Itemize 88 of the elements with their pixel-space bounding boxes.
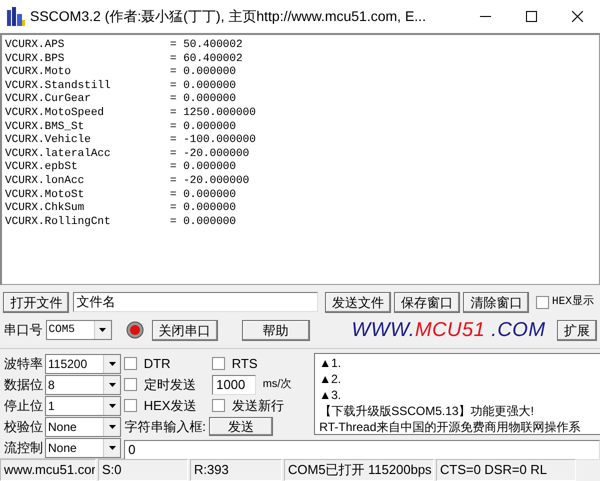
checkbox[interactable] <box>124 399 138 412</box>
variable-name: VCURX.ChkSum <box>5 202 86 216</box>
checkbox-label: HEX发送 <box>144 396 196 415</box>
checkbox[interactable] <box>212 399 226 412</box>
close-port-button[interactable]: 关闭串口 <box>152 320 218 340</box>
help-button[interactable]: 帮助 <box>242 320 310 340</box>
setting-label: 波特率 <box>4 354 43 373</box>
variable-value: = 0.000000 <box>170 120 236 134</box>
setting-label: 流控制 <box>4 438 43 457</box>
variable-value: = 0.000000 <box>170 188 236 202</box>
variable-name: VCURX.Moto <box>5 66 72 80</box>
checkbox-label: HEX显示 <box>552 294 594 310</box>
variable-name: VCURX.CurGear <box>5 93 92 107</box>
variable-name: VCURX.APS <box>5 39 66 53</box>
caret-icon <box>103 418 120 436</box>
variable-value: = 0.000000 <box>170 93 236 107</box>
expand-button[interactable]: 扩展 <box>556 320 597 340</box>
open-file-button[interactable]: 打开文件 <box>3 292 70 312</box>
setting-select[interactable]: 1 <box>45 396 121 416</box>
setting-select[interactable]: None <box>45 416 121 436</box>
window-title: SSCOM3.2 (作者:聂小猛(丁丁), 主页http://www.mcu51.com, E... <box>30 7 427 26</box>
variable-name: VCURX.lonAcc <box>5 174 86 189</box>
note-line: ▲1. <box>319 355 342 371</box>
caret-icon <box>103 354 120 372</box>
status-text: R:393 <box>190 459 282 481</box>
variable-name: VCURX.lateralAcc <box>5 148 112 161</box>
checkbox[interactable] <box>536 296 549 308</box>
setting-label: 停止位 <box>4 396 43 415</box>
checkbox[interactable] <box>124 357 138 370</box>
setting-select[interactable]: None <box>45 438 121 458</box>
variable-value: = 0.000000 <box>170 80 236 94</box>
port-label: 串口号 <box>3 321 42 340</box>
string-input-field[interactable]: 0 <box>124 440 600 460</box>
note-line: RT-Thread来自中国的开源免费商用物联网操作系 <box>319 419 582 434</box>
caret-icon <box>94 321 110 339</box>
file-name-field[interactable]: 文件名 <box>72 292 318 312</box>
variable-value: = 1250.000000 <box>170 106 256 121</box>
checkbox-label: DTR <box>144 354 170 373</box>
variable-value: = 0.000000 <box>170 66 236 80</box>
port-select[interactable]: COM5 <box>46 320 112 340</box>
variable-name: VCURX.MotoSt <box>5 188 86 202</box>
variable-name: VCURX.Standstill <box>5 80 112 94</box>
variable-value: = 50.400002 <box>170 39 243 53</box>
variable-name: VCURX.MotoSpeed <box>5 106 106 121</box>
send-button[interactable]: 发送 <box>209 417 274 436</box>
input-label: 字符串输入框: <box>124 418 206 436</box>
receive-area[interactable] <box>0 33 600 285</box>
maximize-icon <box>526 11 536 22</box>
setting-select[interactable]: 115200 <box>45 354 121 374</box>
variable-value: = -20.000000 <box>170 174 250 189</box>
toolbar-button[interactable]: 保存窗口 <box>394 292 460 312</box>
caret-icon <box>103 396 120 414</box>
setting-label: 数据位 <box>4 376 43 394</box>
checkbox-label: 定时发送 <box>144 376 196 394</box>
toolbar-button[interactable]: 发送文件 <box>324 292 391 312</box>
variable-name: VCURX.BMS_St <box>5 120 86 134</box>
interval-field[interactable]: 1000 <box>212 374 256 394</box>
checkbox-label: 发送新行 <box>232 396 284 415</box>
app-icon <box>6 6 26 28</box>
close-icon <box>572 11 582 22</box>
checkbox[interactable] <box>124 378 138 391</box>
checkbox-label: RTS <box>232 354 258 373</box>
toolbar-button[interactable]: 清除窗口 <box>463 292 530 312</box>
minimize-icon <box>480 16 490 18</box>
website-text: WWW. <box>352 319 415 341</box>
variable-value: = -100.000000 <box>170 134 256 148</box>
interval-unit: ms/次 <box>262 377 292 392</box>
variable-value: = 0.000000 <box>170 216 236 230</box>
variable-value: = -20.000000 <box>170 148 250 162</box>
caret-icon <box>103 376 120 394</box>
status-text: COM5已打开 115200bps <box>284 459 434 481</box>
variable-value: = 0.000000 <box>170 161 236 175</box>
variable-name: VCURX.Vehicle <box>5 134 92 148</box>
setting-label: 校验位 <box>4 418 43 436</box>
note-line: ▲2. <box>319 371 342 387</box>
setting-select[interactable]: 8 <box>45 374 121 394</box>
checkbox[interactable] <box>212 357 226 370</box>
note-line: ▲3. <box>319 387 342 403</box>
variable-name: VCURX.BPS <box>5 52 66 66</box>
variable-value: = 0.000000 <box>170 202 236 216</box>
variable-name: VCURX.RollingCnt <box>5 216 112 230</box>
variable-value: = 60.400002 <box>170 52 243 66</box>
website-text: .COM <box>490 319 546 341</box>
website-text: MCU51 <box>414 319 486 341</box>
status-text: S:0 <box>98 459 188 481</box>
status-text: CTS=0 DSR=0 RL <box>436 459 576 481</box>
variable-name: VCURX.epbSt <box>5 161 79 175</box>
note-line: 【下载升级版SSCOM5.13】功能更强大! <box>319 403 535 419</box>
